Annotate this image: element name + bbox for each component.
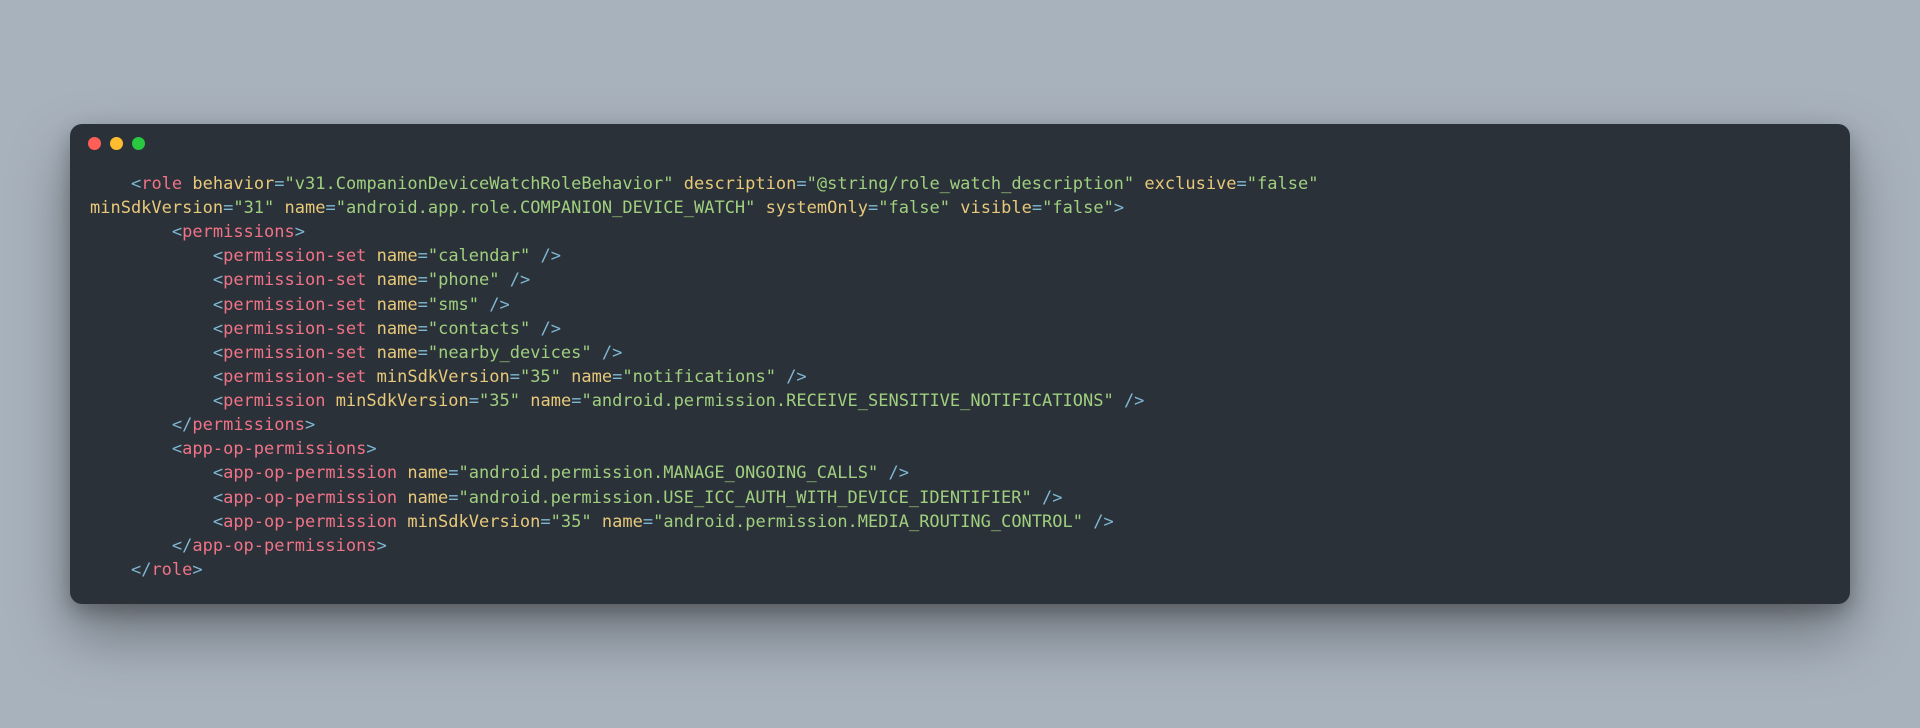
code-line: <permission-set minSdkVersion="35" name=… xyxy=(90,367,807,387)
code-block: <role behavior="v31.CompanionDeviceWatch… xyxy=(70,164,1850,604)
code-line: <role behavior="v31.CompanionDeviceWatch… xyxy=(90,174,1318,194)
code-line: <permission-set name="phone" /> xyxy=(90,270,530,290)
code-line: <permission minSdkVersion="35" name="and… xyxy=(90,391,1144,411)
code-line: </app-op-permissions> xyxy=(90,536,387,556)
code-line: <permission-set name="sms" /> xyxy=(90,295,510,315)
close-icon[interactable] xyxy=(88,137,101,150)
code-line: <app-op-permission name="android.permiss… xyxy=(90,463,909,483)
page-canvas: <role behavior="v31.CompanionDeviceWatch… xyxy=(0,0,1920,728)
code-line: <permission-set name="calendar" /> xyxy=(90,246,561,266)
code-line: <permission-set name="contacts" /> xyxy=(90,319,561,339)
code-line: </permissions> xyxy=(90,415,315,435)
window-titlebar xyxy=(70,124,1850,164)
code-window: <role behavior="v31.CompanionDeviceWatch… xyxy=(70,124,1850,604)
code-line: minSdkVersion="31" name="android.app.rol… xyxy=(90,198,1124,218)
code-line: <app-op-permissions> xyxy=(90,439,377,459)
zoom-icon[interactable] xyxy=(132,137,145,150)
code-line: <app-op-permission minSdkVersion="35" na… xyxy=(90,512,1114,532)
code-line: <app-op-permission name="android.permiss… xyxy=(90,488,1062,508)
code-line: <permissions> xyxy=(90,222,305,242)
minimize-icon[interactable] xyxy=(110,137,123,150)
code-line: <permission-set name="nearby_devices" /> xyxy=(90,343,622,363)
code-line: </role> xyxy=(90,560,203,580)
